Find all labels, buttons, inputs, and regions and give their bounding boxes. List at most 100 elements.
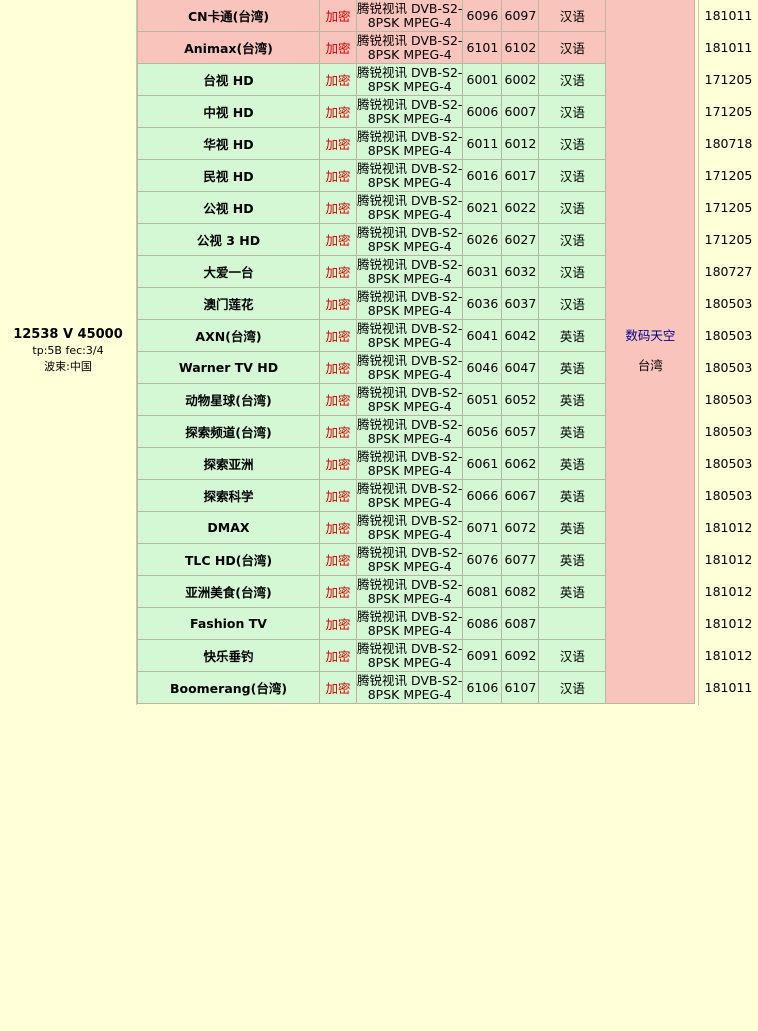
audio-language: 汉语 xyxy=(538,159,607,192)
channel-name[interactable]: 澳门莲花 xyxy=(137,287,320,320)
system-line2: 8PSK MPEG-4 xyxy=(367,14,452,30)
video-pid: 6076 xyxy=(462,543,503,576)
video-pid: 6061 xyxy=(462,447,503,480)
video-pid: 6051 xyxy=(462,383,503,416)
video-pid: 6026 xyxy=(462,223,503,256)
video-pid: 6001 xyxy=(462,63,503,96)
channel-name[interactable]: 探索频道(台湾) xyxy=(137,415,320,448)
system-line1: 腾锐视讯 DVB-S2- xyxy=(357,96,463,112)
system-info: 腾锐视讯 DVB-S2- 8PSK MPEG-4 xyxy=(355,415,464,448)
video-pid: 6011 xyxy=(462,127,503,160)
transponder-info: 12538 V 45000 tp:5B fec:3/4 波束:中国 xyxy=(0,327,136,375)
system-info: 腾锐视讯 DVB-S2- 8PSK MPEG-4 xyxy=(355,575,464,608)
channel-name[interactable]: Warner TV HD xyxy=(137,351,320,384)
audio-pid: 6072 xyxy=(501,511,540,544)
update-date: 171205 xyxy=(704,232,753,247)
encryption-label: 加密 xyxy=(319,351,357,384)
system-line2: 8PSK MPEG-4 xyxy=(367,686,452,702)
video-pid: 6056 xyxy=(462,415,503,448)
encryption-label: 加密 xyxy=(319,287,357,320)
channel-name[interactable]: 动物星球(台湾) xyxy=(137,383,320,416)
channel-name[interactable]: 探索科学 xyxy=(137,479,320,512)
audio-pid: 6027 xyxy=(501,223,540,256)
system-info: 腾锐视讯 DVB-S2- 8PSK MPEG-4 xyxy=(355,63,464,96)
audio-language: 英语 xyxy=(538,479,607,512)
video-pid: 6106 xyxy=(462,671,503,704)
audio-pid: 6097 xyxy=(501,0,540,32)
encryption-label: 加密 xyxy=(319,191,357,224)
audio-pid: 6012 xyxy=(501,127,540,160)
update-date: 171205 xyxy=(704,72,753,87)
update-date: 171205 xyxy=(704,200,753,215)
channel-name[interactable]: CN卡通(台湾) xyxy=(137,0,320,32)
encryption-label: 加密 xyxy=(319,671,357,704)
encryption-label: 加密 xyxy=(319,447,357,480)
system-line2: 8PSK MPEG-4 xyxy=(367,174,452,190)
system-line2: 8PSK MPEG-4 xyxy=(367,654,452,670)
system-line1: 腾锐视讯 DVB-S2- xyxy=(357,512,463,528)
channel-name[interactable]: Fashion TV xyxy=(137,607,320,640)
system-line2: 8PSK MPEG-4 xyxy=(367,334,452,350)
audio-pid: 6022 xyxy=(501,191,540,224)
channel-name[interactable]: 公视 3 HD xyxy=(137,223,320,256)
system-line2: 8PSK MPEG-4 xyxy=(367,430,452,446)
audio-language: 汉语 xyxy=(538,639,607,672)
encryption-label: 加密 xyxy=(319,0,357,32)
system-line1: 腾锐视讯 DVB-S2- xyxy=(357,192,463,208)
audio-pid: 6002 xyxy=(501,63,540,96)
system-line1: 腾锐视讯 DVB-S2- xyxy=(357,0,463,16)
video-pid: 6071 xyxy=(462,511,503,544)
update-date: 180503 xyxy=(704,360,753,375)
channel-name[interactable]: Boomerang(台湾) xyxy=(137,671,320,704)
audio-language: 英语 xyxy=(538,415,607,448)
audio-language: 英语 xyxy=(538,511,607,544)
audio-pid: 6077 xyxy=(501,543,540,576)
package-name-link[interactable]: 数码天空 xyxy=(606,328,694,344)
channel-name[interactable]: TLC HD(台湾) xyxy=(137,543,320,576)
channel-name[interactable]: Animax(台湾) xyxy=(137,31,320,64)
system-line2: 8PSK MPEG-4 xyxy=(367,558,452,574)
audio-language: 汉语 xyxy=(538,223,607,256)
system-line2: 8PSK MPEG-4 xyxy=(367,238,452,254)
encryption-label: 加密 xyxy=(319,31,357,64)
audio-pid: 6082 xyxy=(501,575,540,608)
audio-language: 汉语 xyxy=(538,127,607,160)
channel-name[interactable]: 公视 HD xyxy=(137,191,320,224)
system-line1: 腾锐视讯 DVB-S2- xyxy=(357,576,463,592)
audio-pid: 6102 xyxy=(501,31,540,64)
audio-pid: 6032 xyxy=(501,255,540,288)
audio-pid: 6052 xyxy=(501,383,540,416)
update-date: 180503 xyxy=(704,328,753,343)
system-line1: 腾锐视讯 DVB-S2- xyxy=(357,544,463,560)
audio-language: 英语 xyxy=(538,447,607,480)
channel-name[interactable]: 民视 HD xyxy=(137,159,320,192)
channel-name[interactable]: 台视 HD xyxy=(137,63,320,96)
system-line1: 腾锐视讯 DVB-S2- xyxy=(357,128,463,144)
encryption-label: 加密 xyxy=(319,63,357,96)
channel-name[interactable]: DMAX xyxy=(137,511,320,544)
audio-pid: 6057 xyxy=(501,415,540,448)
video-pid: 6096 xyxy=(462,0,503,32)
channel-name[interactable]: 探索亚洲 xyxy=(137,447,320,480)
encryption-label: 加密 xyxy=(319,607,357,640)
update-date: 180503 xyxy=(704,392,753,407)
update-date: 181011 xyxy=(704,8,753,23)
audio-pid: 6017 xyxy=(501,159,540,192)
encryption-label: 加密 xyxy=(319,415,357,448)
channel-name[interactable]: AXN(台湾) xyxy=(137,319,320,352)
system-line2: 8PSK MPEG-4 xyxy=(367,302,452,318)
update-date: 181012 xyxy=(704,616,753,631)
audio-pid: 6007 xyxy=(501,95,540,128)
system-info: 腾锐视讯 DVB-S2- 8PSK MPEG-4 xyxy=(355,255,464,288)
channel-name[interactable]: 华视 HD xyxy=(137,127,320,160)
channel-name[interactable]: 大爱一台 xyxy=(137,255,320,288)
channel-name[interactable]: 亚洲美食(台湾) xyxy=(137,575,320,608)
update-date: 181012 xyxy=(704,584,753,599)
encryption-label: 加密 xyxy=(319,319,357,352)
update-date: 180503 xyxy=(704,456,753,471)
channel-listing: 12538 V 45000 tp:5B fec:3/4 波束:中国 CN卡通(台… xyxy=(0,0,758,705)
audio-language: 汉语 xyxy=(538,63,607,96)
channel-name[interactable]: 快乐垂钓 xyxy=(137,639,320,672)
audio-language: 英语 xyxy=(538,543,607,576)
channel-name[interactable]: 中视 HD xyxy=(137,95,320,128)
